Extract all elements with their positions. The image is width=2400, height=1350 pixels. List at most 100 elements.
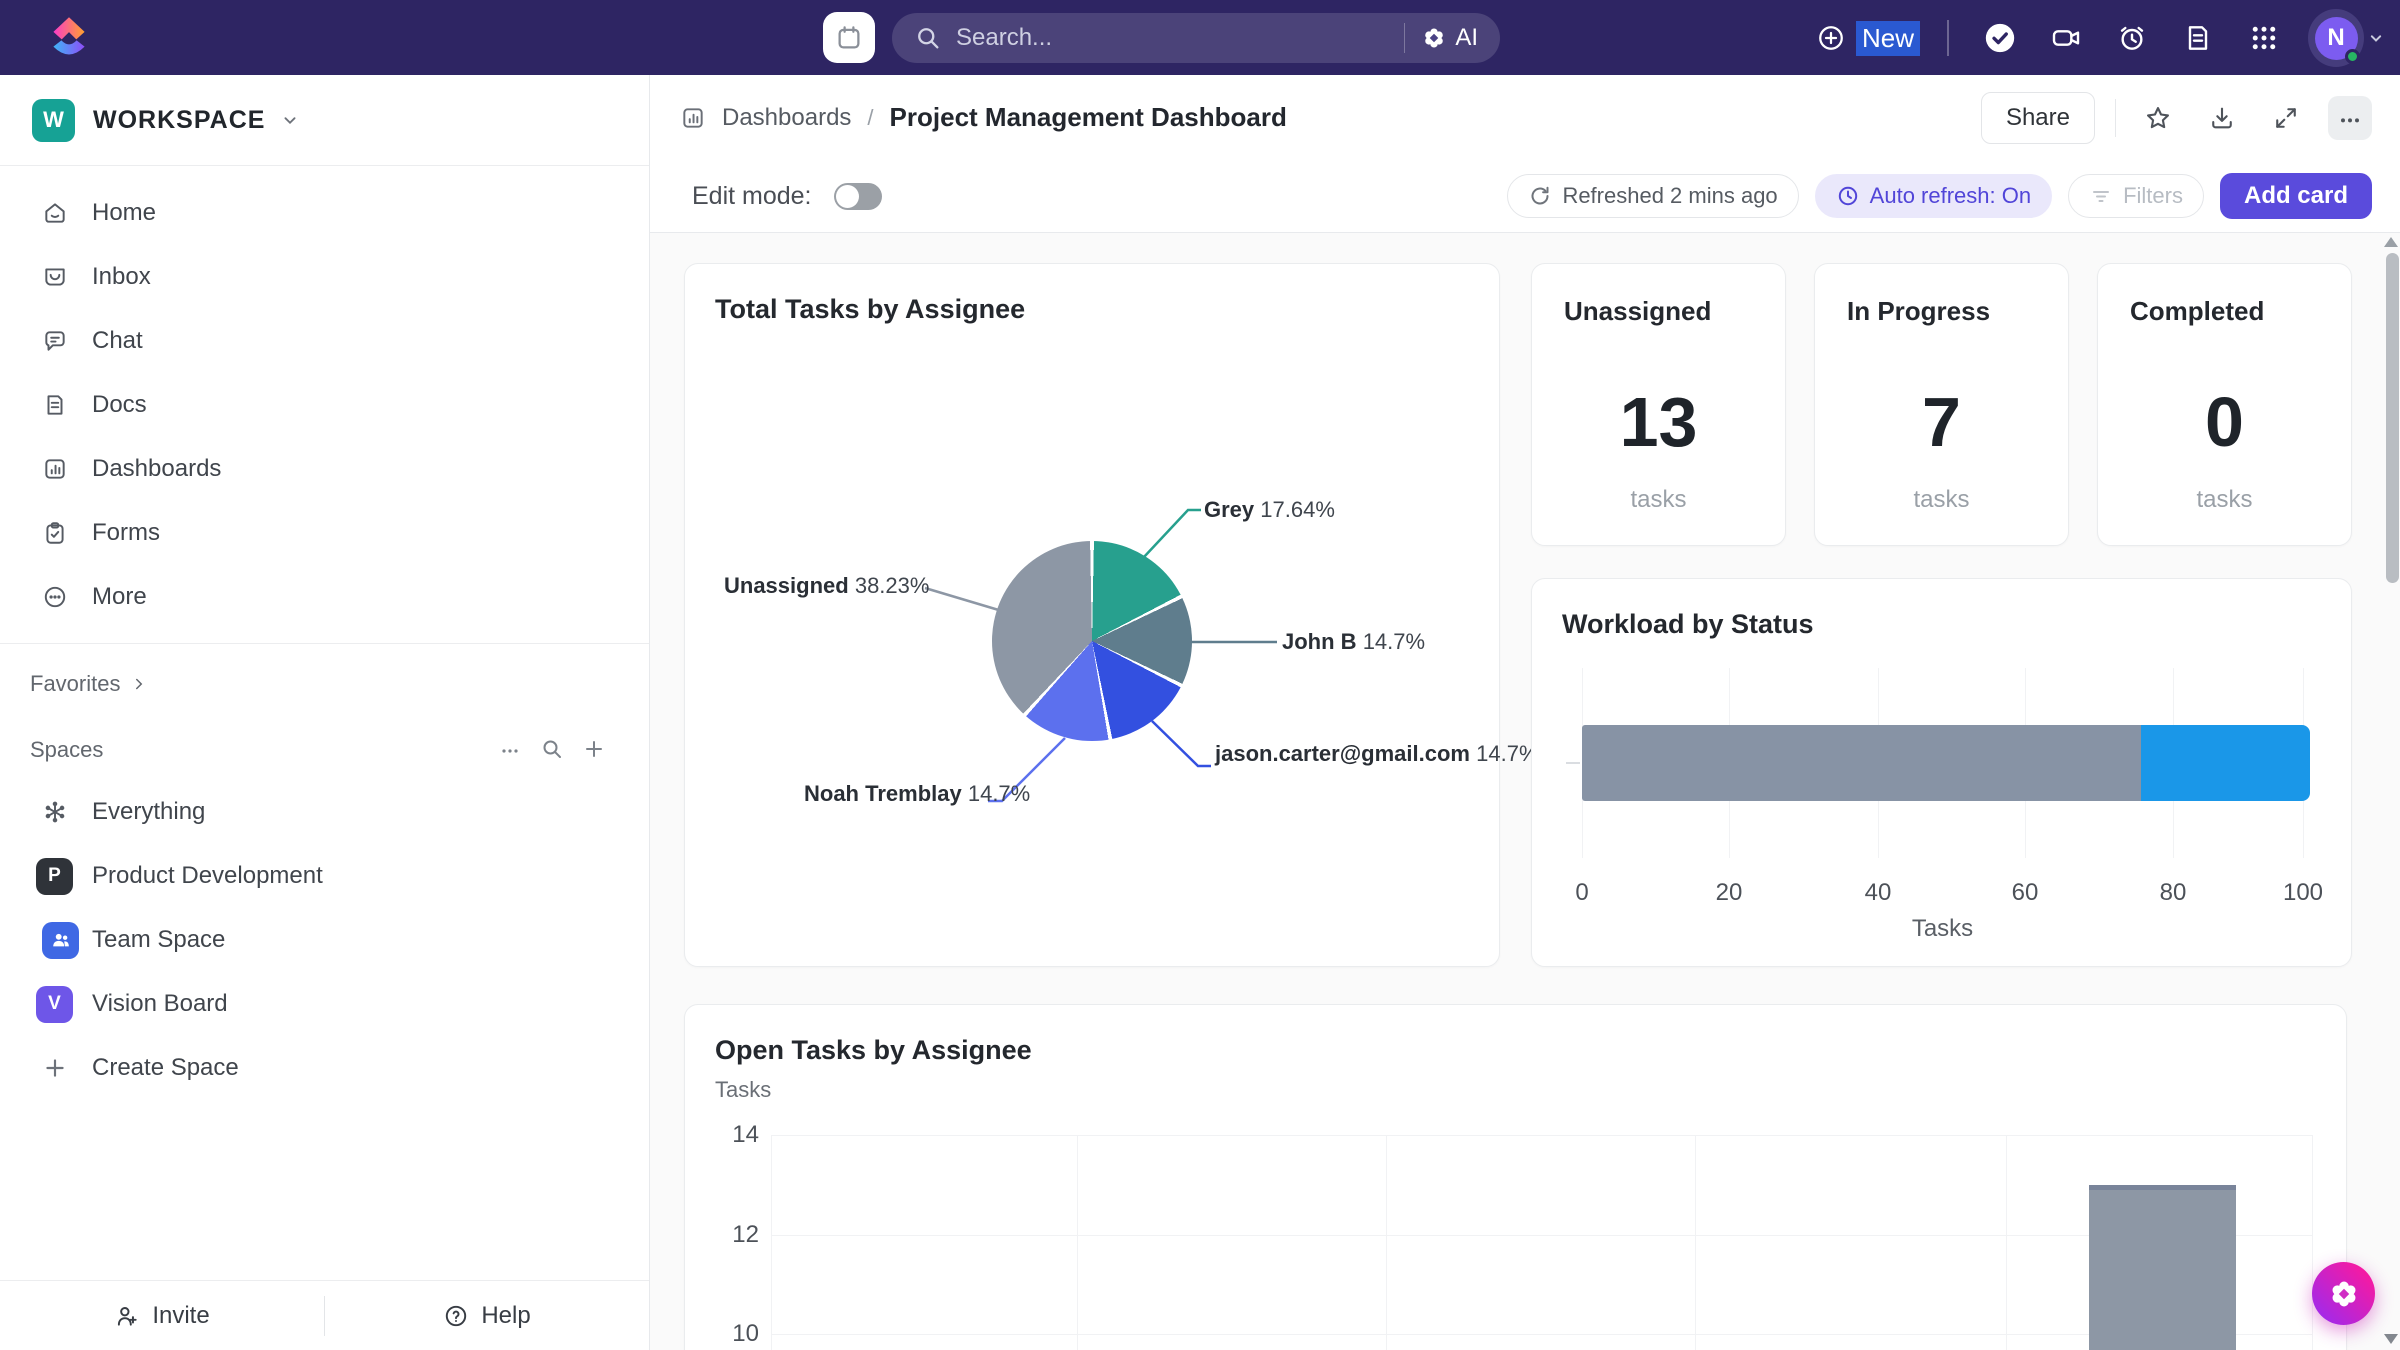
dashboard-toolbar: Edit mode: Refreshed 2 mins ago Auto ref xyxy=(650,160,2400,233)
sidebar-item-team-space[interactable]: Team Space xyxy=(0,908,649,972)
spaces-label: Spaces xyxy=(30,737,103,763)
team-space-people-icon xyxy=(42,922,79,959)
sidebar-item-create-space[interactable]: Create Space xyxy=(0,1036,649,1100)
download-button[interactable] xyxy=(2200,96,2244,140)
page-header: Dashboards / Project Management Dashboar… xyxy=(650,75,2400,160)
ai-label: AI xyxy=(1455,24,1478,52)
sidebar: W WORKSPACE Home Inbox xyxy=(0,75,650,1350)
sidebar-item-label: Product Development xyxy=(92,862,323,890)
slice-pct: 17.64% xyxy=(1260,497,1335,522)
header-divider xyxy=(2115,99,2116,137)
scrollbar-up-arrow[interactable] xyxy=(2384,237,2398,247)
check-circle-icon xyxy=(1983,21,2017,55)
workspace-switcher[interactable]: W WORKSPACE xyxy=(0,75,649,165)
open-tasks-bar[interactable] xyxy=(2089,1185,2236,1350)
search-icon xyxy=(914,24,942,52)
sidebar-item-product-development[interactable]: P Product Development xyxy=(0,844,649,908)
help-button[interactable]: Help xyxy=(325,1281,649,1350)
y-tick: 10 xyxy=(705,1320,759,1348)
new-button[interactable]: New xyxy=(1816,16,1920,60)
invite-button[interactable]: Invite xyxy=(0,1281,324,1350)
workload-segment-blue[interactable] xyxy=(2141,725,2310,801)
workload-stacked-bar[interactable] xyxy=(1582,725,2310,801)
sidebar-item-more[interactable]: More xyxy=(0,565,649,629)
favorites-label: Favorites xyxy=(30,671,120,697)
alarm-clock-icon xyxy=(2116,22,2148,54)
clickup-logo-icon xyxy=(48,12,90,64)
gridline xyxy=(1077,1135,1078,1350)
toolbar-actions: Refreshed 2 mins ago Auto refresh: On Fi… xyxy=(1507,160,2372,232)
refresh-icon xyxy=(1528,184,1552,208)
sidebar-item-chat[interactable]: Chat xyxy=(0,309,649,373)
auto-refresh-pill[interactable]: Auto refresh: On xyxy=(1815,174,2052,218)
slice-name: Unassigned xyxy=(724,573,849,598)
record-video-button[interactable] xyxy=(2040,0,2092,75)
apps-grid-button[interactable] xyxy=(2238,0,2290,75)
docs-icon xyxy=(42,392,68,418)
sidebar-divider xyxy=(0,165,649,166)
app-root: AI New xyxy=(0,0,2400,1350)
reminders-button[interactable] xyxy=(2106,0,2158,75)
edit-mode-control: Edit mode: xyxy=(692,160,882,232)
toggle-knob xyxy=(836,185,859,208)
sidebar-item-docs[interactable]: Docs xyxy=(0,373,649,437)
user-menu[interactable]: N xyxy=(2308,8,2386,68)
stat-value: 0 xyxy=(2098,382,2351,462)
search-input[interactable] xyxy=(956,24,1404,52)
y-axis-tick xyxy=(1566,762,1580,764)
sidebar-item-everything[interactable]: Everything xyxy=(0,780,649,844)
sidebar-item-label: Forms xyxy=(92,519,160,547)
notepad-button[interactable] xyxy=(2172,0,2224,75)
filters-label: Filters xyxy=(2123,183,2183,209)
chat-bubble-icon xyxy=(42,328,68,354)
sidebar-item-inbox[interactable]: Inbox xyxy=(0,245,649,309)
slice-pct: 14.7% xyxy=(1476,741,1538,766)
space-avatar: P xyxy=(36,858,73,895)
slice-pct: 14.7% xyxy=(1363,629,1425,654)
scrollbar-thumb[interactable] xyxy=(2386,253,2399,583)
favorite-star-button[interactable] xyxy=(2136,96,2180,140)
sidebar-item-label: More xyxy=(92,583,147,611)
card-open-tasks-by-assignee: Open Tasks by Assignee Tasks 14 12 10 xyxy=(684,1004,2347,1350)
stat-card-completed: Completed 0 tasks xyxy=(2097,263,2352,546)
gridline xyxy=(2312,1135,2313,1350)
calendar-button[interactable] xyxy=(823,12,875,63)
ai-button[interactable]: AI xyxy=(1405,24,1500,52)
calendar-icon xyxy=(834,23,864,53)
more-actions-button[interactable] xyxy=(2328,96,2372,140)
refresh-status-pill[interactable]: Refreshed 2 mins ago xyxy=(1507,174,1798,218)
card-title: Workload by Status xyxy=(1562,609,1814,640)
y-axis-label: Tasks xyxy=(715,1077,771,1103)
new-label: New xyxy=(1856,21,1920,56)
scrollbar-down-arrow[interactable] xyxy=(2384,1334,2398,1344)
dashboards-icon xyxy=(42,456,68,482)
sidebar-item-dashboards[interactable]: Dashboards xyxy=(0,437,649,501)
share-button[interactable]: Share xyxy=(1981,92,2095,144)
x-tick: 20 xyxy=(1699,879,1759,907)
auto-refresh-label: Auto refresh: On xyxy=(1870,183,2031,209)
ai-fab-button[interactable] xyxy=(2312,1262,2375,1325)
pie-callout-jason: jason.carter@gmail.com 14.7% xyxy=(1215,738,1545,770)
document-icon xyxy=(2182,22,2214,54)
page-header-actions: Share xyxy=(1981,75,2372,160)
spaces-search-icon[interactable] xyxy=(540,737,564,761)
online-status-dot xyxy=(2345,49,2360,64)
sidebar-item-label: Create Space xyxy=(92,1054,239,1082)
sidebar-item-forms[interactable]: Forms xyxy=(0,501,649,565)
sidebar-item-vision-board[interactable]: V Vision Board xyxy=(0,972,649,1036)
spaces-more-icon[interactable] xyxy=(498,737,522,761)
help-label: Help xyxy=(481,1302,530,1330)
filters-pill[interactable]: Filters xyxy=(2068,174,2204,218)
x-tick: 40 xyxy=(1848,879,1908,907)
workload-segment-gray[interactable] xyxy=(1582,725,2141,801)
sidebar-item-home[interactable]: Home xyxy=(0,181,649,245)
fullscreen-button[interactable] xyxy=(2264,96,2308,140)
edit-mode-toggle[interactable] xyxy=(834,183,882,210)
spaces-add-icon[interactable] xyxy=(582,737,606,761)
tasks-check-button[interactable] xyxy=(1974,0,2026,75)
favorites-section[interactable]: Favorites xyxy=(30,671,148,697)
breadcrumb-root[interactable]: Dashboards xyxy=(722,104,851,132)
pie[interactable] xyxy=(992,541,1192,741)
gridline xyxy=(1386,1135,1387,1350)
add-card-button[interactable]: Add card xyxy=(2220,173,2372,219)
